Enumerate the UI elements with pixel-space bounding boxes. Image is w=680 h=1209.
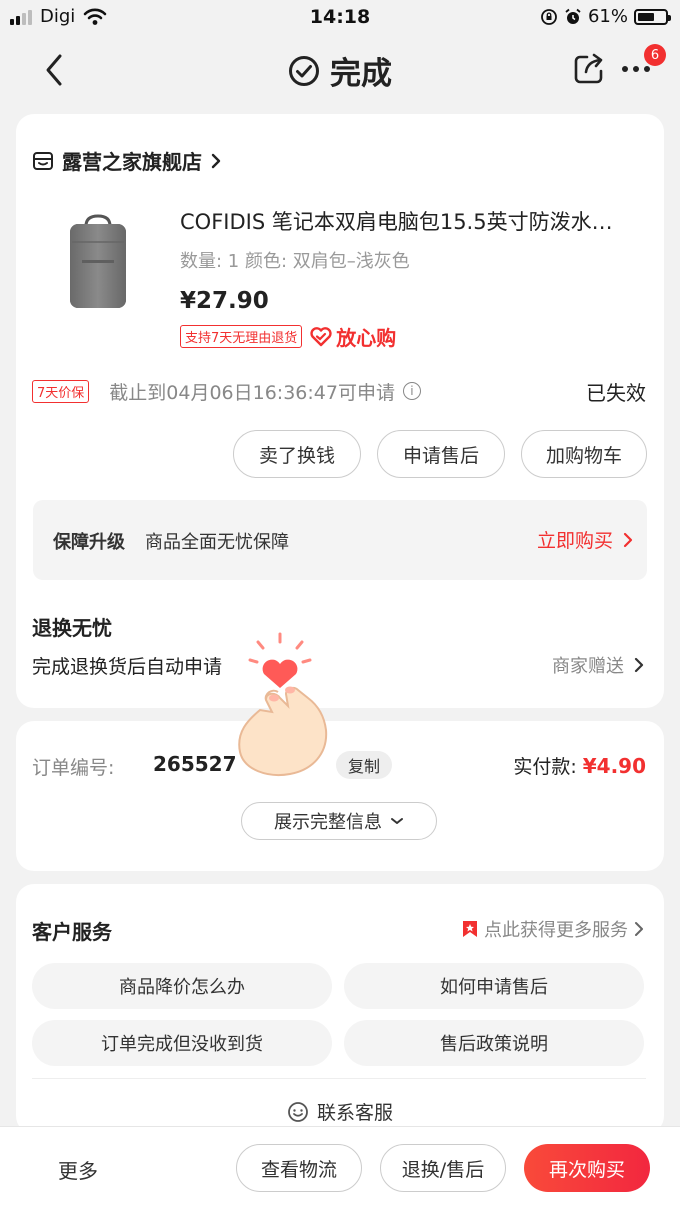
- chevron-right-icon: [623, 532, 633, 547]
- customer-service-title: 客户服务: [32, 920, 112, 944]
- paid-label: 实付款:: [513, 756, 577, 778]
- chevron-right-icon: [211, 153, 221, 168]
- status-bar: Digi 14:18 61%: [0, 0, 680, 36]
- return-policy-tag: 支持7天无理由退货: [180, 325, 303, 348]
- price-protect-row: 7天价保 截止到04月06日16:36:47可申请 i 已失效: [32, 376, 646, 406]
- price-protect-status: 已失效: [586, 380, 646, 405]
- chevron-down-icon: [391, 818, 403, 824]
- share-icon[interactable]: [572, 52, 606, 86]
- chevron-right-icon: [634, 657, 644, 673]
- product-title[interactable]: COFIDIS 笔记本双肩电脑包15.5英寸防泼水…: [180, 206, 648, 236]
- buy-now-label: 立即购买: [536, 530, 613, 552]
- copy-button[interactable]: 复制: [336, 751, 392, 779]
- service-not-received[interactable]: 订单完成但没收到货: [32, 1020, 332, 1066]
- expand-info-button[interactable]: 展示完整信息: [241, 802, 437, 840]
- page-title-text: 完成: [330, 56, 392, 92]
- status-icons: 61%: [540, 6, 671, 27]
- worry-free-desc: 完成退换货后自动申请: [32, 656, 223, 678]
- product-image[interactable]: [62, 212, 134, 312]
- product-card: 露营之家旗舰店 COFIDIS 笔记本双肩电脑包15.5英寸防泼水… 数量: 1…: [16, 114, 664, 708]
- orientation-lock-icon: [541, 8, 557, 25]
- protection-upgrade-banner[interactable]: 保障升级 商品全面无忧保障 立即购买: [33, 500, 647, 580]
- upgrade-label: 保障升级: [53, 532, 125, 553]
- order-number-label: 订单编号:: [32, 757, 115, 779]
- check-circle-icon: [289, 55, 319, 86]
- notification-badge: 6: [644, 44, 666, 66]
- store-icon: [33, 151, 53, 170]
- smile-chat-icon: [288, 1101, 308, 1122]
- buy-again-button[interactable]: 再次购买: [524, 1144, 650, 1192]
- sell-button[interactable]: 卖了换钱: [233, 430, 361, 478]
- hand-heart-sticker: [238, 632, 328, 776]
- divider: [32, 1078, 646, 1079]
- service-how-after-sale[interactable]: 如何申请售后: [344, 963, 644, 1009]
- returns-button[interactable]: 退换/售后: [380, 1144, 506, 1192]
- apply-after-sale-button[interactable]: 申请售后: [377, 430, 505, 478]
- assurance-badge: 放心购: [310, 322, 396, 351]
- more-button[interactable]: 更多: [58, 1155, 98, 1184]
- contact-service-label: 联系客服: [316, 1102, 393, 1124]
- buy-now-link[interactable]: 立即购买: [537, 526, 633, 553]
- product-tags: 支持7天无理由退货 放心购: [180, 322, 396, 351]
- more-services-label: 点此获得更多服务: [484, 920, 628, 941]
- product-spec: 数量: 1 颜色: 双肩包–浅灰色: [180, 251, 410, 272]
- battery-percent: 61%: [587, 6, 628, 27]
- store-name: 露营之家旗舰店: [62, 150, 202, 174]
- product-price: ¥27.90: [180, 288, 269, 314]
- assurance-text: 放心购: [336, 326, 397, 350]
- more-services-link[interactable]: 点此获得更多服务: [462, 916, 644, 942]
- upgrade-desc: 商品全面无忧保障: [145, 532, 289, 553]
- chevron-right-icon: [635, 922, 643, 936]
- paid-amount-row: 实付款: ¥4.90: [513, 752, 646, 779]
- order-info-card: 订单编号: 265527 复制 实付款: ¥4.90 展示完整信息: [16, 721, 664, 871]
- info-icon[interactable]: i: [402, 382, 421, 400]
- battery-icon: [634, 8, 671, 25]
- merchant-gift-label: 商家赠送: [552, 656, 624, 677]
- worry-free-title: 退换无忧: [32, 616, 112, 640]
- price-protect-tag: 7天价保: [32, 379, 90, 403]
- store-link[interactable]: 露营之家旗舰店: [32, 146, 222, 175]
- price-protect-text: 截止到04月06日16:36:47可申请: [109, 381, 395, 404]
- alarm-icon: [565, 8, 581, 24]
- customer-service-card: 客户服务 点此获得更多服务 商品降价怎么办 如何申请售后 订单完成但没收到货 售…: [16, 884, 664, 1134]
- bottom-action-bar: 更多 查看物流 退换/售后 再次购买: [0, 1126, 680, 1209]
- contact-service-button[interactable]: 联系客服: [16, 1098, 664, 1125]
- price-protect-deadline: 截止到04月06日16:36:47可申请 i: [109, 378, 421, 405]
- add-to-cart-button[interactable]: 加购物车: [521, 430, 647, 478]
- merchant-gift-link[interactable]: 商家赠送: [552, 652, 644, 678]
- paid-amount: ¥4.90: [582, 754, 646, 778]
- order-number: 265527: [153, 752, 237, 776]
- heart-check-icon: [310, 326, 332, 346]
- service-star-icon: [463, 921, 477, 937]
- expand-info-label: 展示完整信息: [274, 812, 382, 833]
- service-policy[interactable]: 售后政策说明: [344, 1020, 644, 1066]
- view-logistics-button[interactable]: 查看物流: [236, 1144, 362, 1192]
- service-price-drop[interactable]: 商品降价怎么办: [32, 963, 332, 1009]
